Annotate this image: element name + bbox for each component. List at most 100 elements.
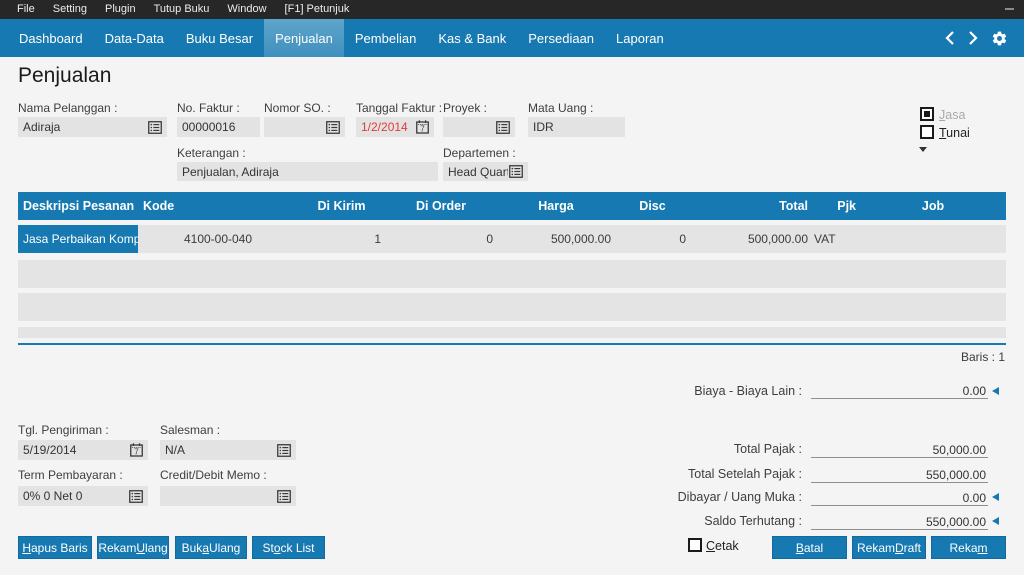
rekam-button[interactable]: Reka m bbox=[931, 536, 1006, 559]
menu-tutup-buku[interactable]: Tutup Buku bbox=[145, 0, 219, 19]
row-count-label: Baris : 1 bbox=[960, 350, 1005, 364]
stock-list-button[interactable]: St o ck List bbox=[252, 536, 325, 559]
tab-laporan[interactable]: Laporan bbox=[605, 19, 675, 57]
main-navbar: Dashboard Data-Data Buku Besar Penjualan… bbox=[0, 19, 1024, 57]
term-pembayaran-value: 0% 0 Net 0 bbox=[23, 489, 83, 503]
dibayar-uang-muka-label: Dibayar / Uang Muka : bbox=[677, 490, 802, 504]
lookup-icon[interactable] bbox=[496, 120, 510, 134]
gear-icon[interactable] bbox=[991, 30, 1008, 47]
menu-setting[interactable]: Setting bbox=[44, 0, 96, 19]
mata-uang-input[interactable]: IDR bbox=[528, 117, 625, 137]
tunai-checkbox[interactable] bbox=[920, 125, 934, 139]
chevron-right-icon[interactable] bbox=[968, 30, 978, 46]
cell-disc[interactable]: 0 bbox=[615, 232, 690, 246]
no-faktur-input[interactable]: 00000016 bbox=[177, 117, 260, 137]
tab-buku-besar[interactable]: Buku Besar bbox=[175, 19, 264, 57]
empty-table-row[interactable] bbox=[18, 327, 1006, 338]
dibayar-detail-arrow-icon[interactable] bbox=[992, 493, 999, 501]
departemen-input[interactable]: Head Quarte bbox=[443, 162, 528, 181]
calendar-icon[interactable]: 7 bbox=[130, 443, 143, 457]
col-pjk[interactable]: Pjk bbox=[812, 199, 860, 213]
rekam-draft-button[interactable]: Rekam Draft bbox=[852, 536, 926, 559]
table-row[interactable]: Jasa Perbaikan Komputer 4100-00-040 1 0 … bbox=[18, 225, 1006, 253]
col-job[interactable]: Job bbox=[860, 199, 1006, 213]
keterangan-input[interactable]: Penjualan, Adiraja bbox=[177, 162, 438, 181]
salesman-value: N/A bbox=[165, 443, 186, 457]
nomor-so-input[interactable] bbox=[264, 117, 345, 137]
saldo-detail-arrow-icon[interactable] bbox=[992, 517, 999, 525]
options-dropdown-icon[interactable] bbox=[919, 147, 927, 152]
total-setelah-pajak-value: 550,000.00 bbox=[811, 468, 988, 483]
mata-uang-value: IDR bbox=[533, 120, 554, 134]
calendar-icon[interactable]: 7 bbox=[416, 120, 429, 134]
proyek-label: Proyek : bbox=[443, 101, 488, 115]
cell-di-kirim[interactable]: 1 bbox=[298, 232, 385, 246]
col-di-order[interactable]: Di Order bbox=[385, 199, 497, 213]
nama-pelanggan-input[interactable]: Adiraja bbox=[18, 117, 167, 137]
minimize-icon[interactable] bbox=[1005, 8, 1014, 10]
col-harga[interactable]: Harga bbox=[497, 199, 615, 213]
term-pembayaran-input[interactable]: 0% 0 Net 0 bbox=[18, 486, 148, 506]
batal-button[interactable]: Batal bbox=[772, 536, 847, 559]
tab-persediaan[interactable]: Persediaan bbox=[517, 19, 605, 57]
tanggal-faktur-label: Tanggal Faktur : bbox=[356, 101, 443, 115]
cetak-checkbox[interactable] bbox=[688, 538, 702, 552]
col-di-kirim[interactable]: Di Kirim bbox=[298, 199, 385, 213]
cell-total[interactable]: 500,000.00 bbox=[690, 232, 812, 246]
nama-pelanggan-value: Adiraja bbox=[23, 120, 61, 134]
departemen-value: Head Quarte bbox=[448, 164, 508, 179]
total-pajak-value: 50,000.00 bbox=[811, 443, 988, 458]
tgl-pengiriman-input[interactable]: 5/19/2014 7 bbox=[18, 440, 148, 460]
cell-pjk[interactable]: VAT bbox=[812, 232, 860, 246]
cell-kode[interactable]: 4100-00-040 bbox=[138, 232, 298, 246]
tab-pembelian[interactable]: Pembelian bbox=[344, 19, 427, 57]
menu-plugin[interactable]: Plugin bbox=[96, 0, 145, 19]
col-disc[interactable]: Disc bbox=[615, 199, 690, 213]
svg-text:7: 7 bbox=[134, 448, 139, 457]
empty-table-row[interactable] bbox=[18, 260, 1006, 288]
hapus-baris-button[interactable]: Hapus Baris bbox=[18, 536, 92, 559]
no-faktur-value: 00000016 bbox=[182, 120, 236, 134]
tanggal-faktur-input[interactable]: 1/2/2014 7 bbox=[356, 117, 434, 137]
cell-di-order[interactable]: 0 bbox=[385, 232, 497, 246]
biaya-lain-value[interactable]: 0.00 bbox=[811, 384, 988, 399]
col-deskripsi-pesanan[interactable]: Deskripsi Pesanan bbox=[18, 199, 138, 213]
tab-data-data[interactable]: Data-Data bbox=[94, 19, 175, 57]
salesman-input[interactable]: N/A bbox=[160, 440, 296, 460]
tanggal-faktur-value: 1/2/2014 bbox=[361, 120, 408, 134]
proyek-input[interactable] bbox=[443, 117, 515, 137]
buka-ulang-button[interactable]: Buk a Ulang bbox=[175, 536, 247, 559]
tab-kas-bank[interactable]: Kas & Bank bbox=[427, 19, 517, 57]
jasa-checkbox-label: Jasa bbox=[939, 108, 966, 122]
lookup-icon[interactable] bbox=[148, 120, 162, 134]
menu-file[interactable]: File bbox=[8, 0, 44, 19]
lookup-icon[interactable] bbox=[277, 489, 291, 503]
lookup-icon[interactable] bbox=[509, 165, 523, 178]
saldo-terhutang-label: Saldo Terhutang : bbox=[704, 514, 802, 528]
dibayar-uang-muka-value[interactable]: 0.00 bbox=[811, 491, 988, 506]
cell-harga[interactable]: 500,000.00 bbox=[497, 232, 615, 246]
tab-dashboard[interactable]: Dashboard bbox=[8, 19, 94, 57]
rekam-ulang-button[interactable]: Rekam Ulang bbox=[97, 536, 169, 559]
menu-petunjuk[interactable]: [F1] Petunjuk bbox=[276, 0, 359, 19]
col-total[interactable]: Total bbox=[690, 199, 812, 213]
chevron-left-icon[interactable] bbox=[945, 30, 955, 46]
credit-debit-memo-input[interactable] bbox=[160, 486, 296, 506]
total-setelah-pajak-label: Total Setelah Pajak : bbox=[688, 467, 802, 481]
saldo-terhutang-value[interactable]: 550,000.00 bbox=[811, 515, 988, 530]
lookup-icon[interactable] bbox=[326, 120, 340, 134]
col-kode[interactable]: Kode bbox=[138, 199, 298, 213]
lookup-icon[interactable] bbox=[129, 489, 143, 503]
nama-pelanggan-label: Nama Pelanggan : bbox=[18, 101, 118, 115]
cell-deskripsi[interactable]: Jasa Perbaikan Komputer bbox=[18, 225, 138, 253]
jasa-checkbox[interactable] bbox=[920, 107, 934, 121]
biaya-lain-detail-arrow-icon[interactable] bbox=[992, 387, 999, 395]
lookup-icon[interactable] bbox=[277, 443, 291, 457]
mata-uang-label: Mata Uang : bbox=[528, 101, 594, 115]
total-pajak-label: Total Pajak : bbox=[733, 442, 802, 456]
empty-table-row[interactable] bbox=[18, 293, 1006, 321]
menu-window[interactable]: Window bbox=[218, 0, 275, 19]
tab-penjualan[interactable]: Penjualan bbox=[264, 19, 344, 57]
window-titlebar: File Setting Plugin Tutup Buku Window [F… bbox=[0, 0, 1024, 19]
credit-debit-memo-label: Credit/Debit Memo : bbox=[160, 468, 267, 482]
